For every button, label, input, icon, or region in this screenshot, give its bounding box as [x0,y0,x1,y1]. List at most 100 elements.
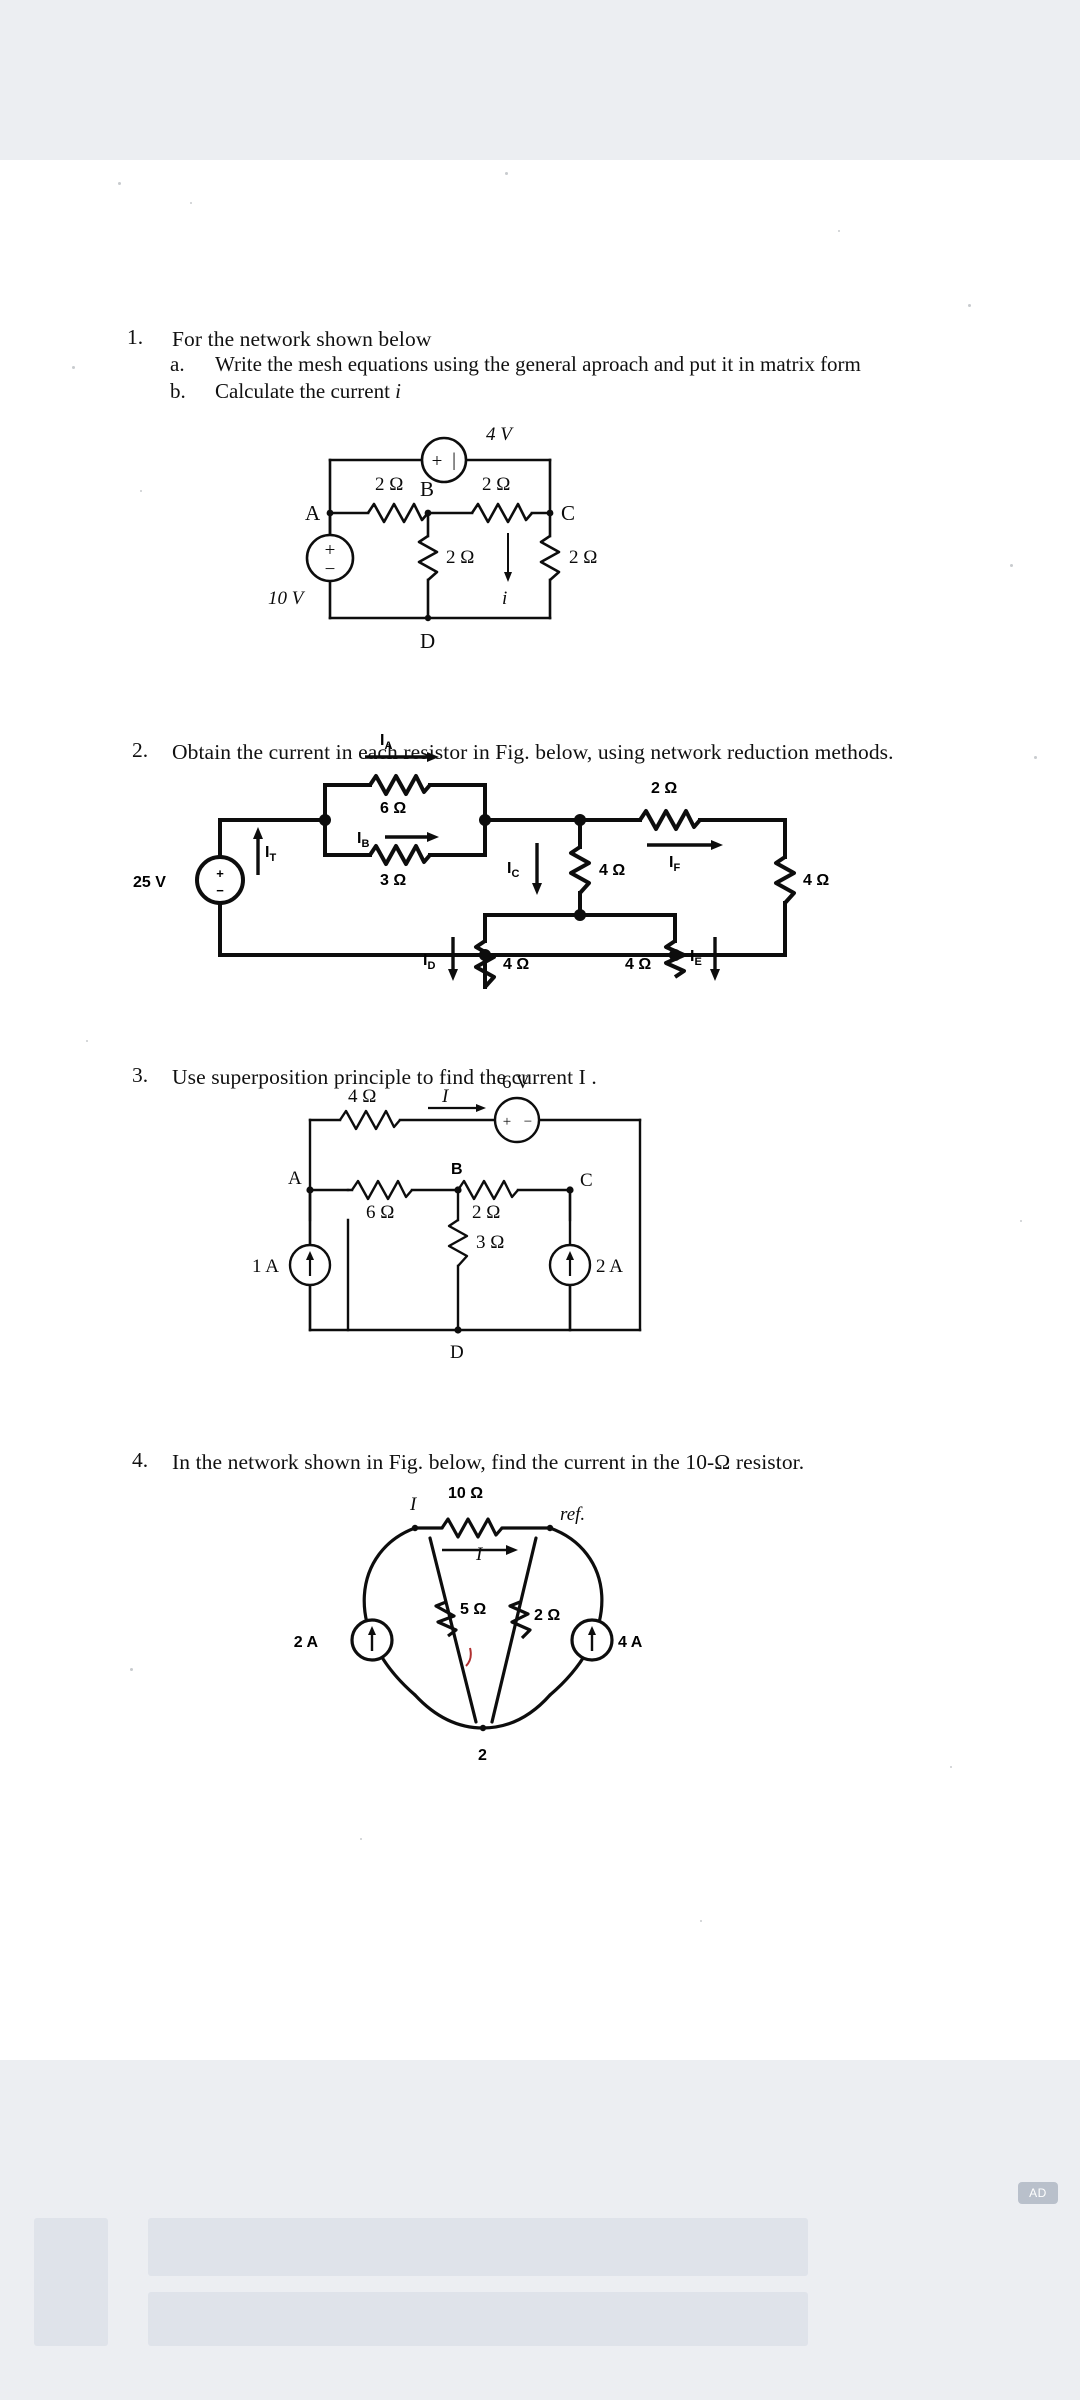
node-dot-b [454,1186,462,1194]
scan-speck [360,1838,362,1840]
source-25v-label: 25 V [133,874,166,891]
resistor-ab-label: 2 Ω [375,474,403,495]
voltage-source-4v [420,436,468,484]
question-4-text: In the network shown in Fig. below, find… [172,1450,805,1474]
node-dot-b [424,509,432,517]
current-source-2a-label: 2 A [596,1256,623,1277]
node-label-a: A [288,1168,302,1189]
resistor-3ohm [368,844,432,866]
source-10v-plus: + [325,540,336,561]
current-ib-label: IB [357,830,369,850]
source-4v-label: 4 V [486,424,514,445]
resistor-2ohm-label: 2 Ω [472,1202,500,1223]
red-ink-mark [465,1647,472,1667]
scan-speck [700,1920,702,1922]
question-2-text: Obtain the current in each resistor in F… [172,740,894,764]
scan-speck [140,490,142,492]
resistor-4ohm-end [774,855,796,905]
resistor-2ohm-bc [457,1179,519,1201]
resistor-2ohm-label: 2 Ω [534,1607,560,1624]
ad-text-placeholder-secondary[interactable] [148,2292,808,2346]
node-label-d: D [420,629,435,653]
resistor-5ohm-label: 5 Ω [460,1601,486,1618]
resistor-bc [470,502,533,524]
source-4v-plus: + [432,451,443,472]
screenshot-root: 1. For the network shown below a. Write … [0,0,1080,2400]
current-center-label: I [475,1544,484,1565]
figure-3-circuit: + − 6 V 1 A 2 A A B C D 4 Ω 6 Ω 2 Ω 3 Ω … [252,1072,730,1370]
node-label-d: D [450,1342,464,1363]
scan-speck [1010,564,1013,567]
node-dot-c [546,509,554,517]
current-arrow-ic [532,843,542,895]
source-6v-label: 6 V [502,1072,530,1093]
resistor-4ohm-end-label: 4 Ω [803,872,829,889]
resistor-10ohm [440,1517,504,1539]
question-1-text: For the network shown below [172,327,432,351]
question-4-number: 4. [132,1448,149,1472]
current-i-label: I [441,1086,450,1107]
document-page: 1. For the network shown below a. Write … [0,160,1080,2060]
junction-dot-left [319,814,331,826]
scan-speck [190,202,192,204]
current-arrow-i [504,533,512,582]
node-dot-d [454,1326,462,1334]
question-1-number: 1. [127,325,144,349]
question-2-number: 2. [132,738,149,762]
ad-badge: AD [1018,2182,1058,2204]
scan-speck [838,230,840,232]
current-arrow-if [647,840,723,850]
scan-speck [118,182,121,185]
scanned-paper: 1. For the network shown below a. Write … [0,160,1080,2060]
source-25v-plus: + [216,866,224,881]
resistor-4ohm-right-label: 4 Ω [625,956,651,973]
resistor-cd-label: 2 Ω [569,547,597,568]
question-1b-text: Calculate the current i [215,379,402,403]
question-1a-text: Write the mesh equations using the gener… [215,352,861,376]
node-dot-bottom [479,1724,487,1732]
scan-speck [950,1766,952,1768]
junction-dot-bottom-right [669,949,681,961]
resistor-4ohm-left-label: 4 Ω [503,956,529,973]
question-1b-label: b. [170,379,186,403]
current-top-left-label: I [409,1494,418,1515]
node-dot-top-right [546,1524,554,1532]
junction-dot-bottom-left [479,949,491,961]
resistor-6ohm-ab [351,1179,413,1201]
source-4v-minus-bar: | [452,450,456,471]
source-10v-label: 10 V [268,588,306,609]
node-dot-top-left [411,1524,419,1532]
ad-thumbnail-placeholder[interactable] [34,2218,108,2346]
scan-speck [968,304,971,307]
question-3-number: 3. [132,1063,149,1087]
current-i-label: i [502,588,507,609]
question-3-text: Use superposition principle to find the … [172,1065,597,1089]
resistor-4ohm-top-label: 4 Ω [348,1086,376,1107]
resistor-ab [366,502,429,524]
resistor-3ohm-label: 3 Ω [476,1232,504,1253]
resistor-4ohm-top [339,1109,401,1131]
voltage-source-6v [493,1096,541,1144]
junction-dot-bottom-mid [574,909,586,921]
node-dot-d [424,614,432,622]
resistor-3ohm-label: 3 Ω [380,872,406,889]
source-10v-minus: − [325,559,336,580]
current-arrow-ib [385,832,439,842]
current-source-4a-label: 4 A [618,1634,643,1651]
node-label-c: C [561,501,575,525]
figure-2-circuit: + − 25 V 6 Ω 3 Ω 2 Ω 4 Ω 4 Ω 4 Ω 4 Ω IA … [133,732,835,989]
figure-4-circuit: 2 A 4 A 10 Ω 5 Ω 2 Ω ref. I I 2 [294,1480,720,1770]
ad-text-placeholder-primary[interactable] [148,2218,808,2276]
scan-speck [72,366,75,369]
current-ic-label: IC [507,860,519,880]
top-chrome-band [0,0,1080,160]
resistor-4ohm-mid [569,845,591,895]
node-dot-c [566,1186,574,1194]
current-arrow-ie [710,937,720,981]
current-if-label: IF [669,854,680,874]
current-source-2a-label: 2 A [294,1634,319,1651]
source-6v-minus: − [524,1114,532,1130]
current-it-label: IT [265,844,276,864]
resistor-10ohm-label: 10 Ω [448,1485,483,1502]
current-arrow-i [428,1104,486,1112]
